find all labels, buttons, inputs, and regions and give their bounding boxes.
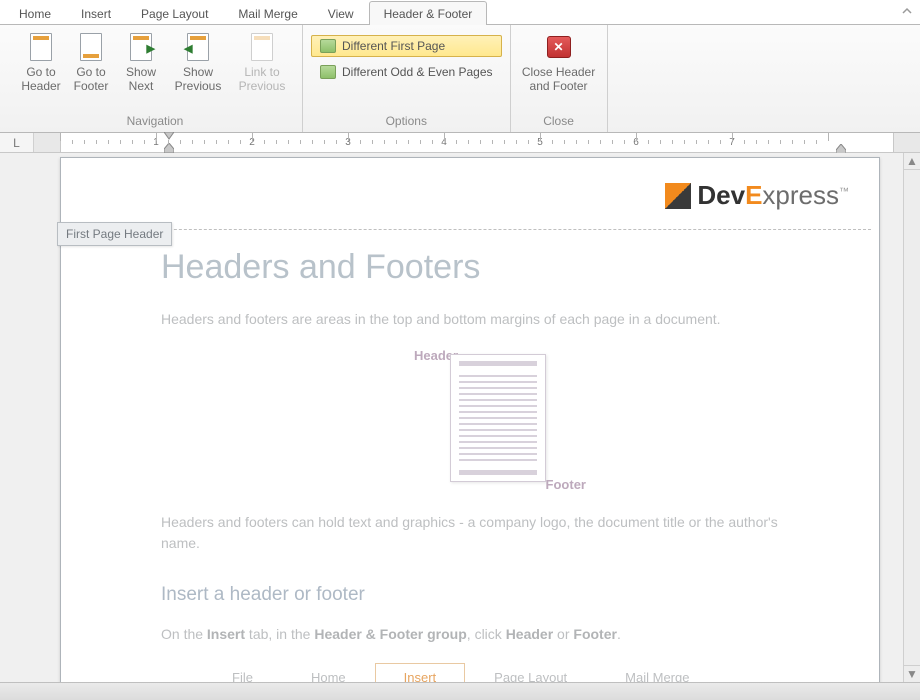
page-header-icon [30,33,52,61]
doc-para-1: Headers and footers are areas in the top… [161,309,799,330]
go-to-header-button[interactable]: Go to Header [16,29,66,95]
ribbon-group-navigation: Go to Header Go to Footer ▶ Show Next ◀ … [8,25,303,132]
page-1: First Page Header DevExpress™ Headers an… [60,157,880,682]
illustration-footer-label: Footer [546,477,586,492]
different-first-page-label: Different First Page [342,39,445,53]
horizontal-ruler: L 1234567 [0,133,920,153]
logo-text-rest: xpress [762,180,839,210]
subtab-file: File [203,663,282,682]
different-odd-even-icon [320,65,336,79]
different-first-page-icon [320,39,336,53]
show-next-button[interactable]: ▶ Show Next [116,29,166,95]
ribbon-group-options: Different First Page Different Odd & Eve… [303,25,511,132]
tab-page-layout[interactable]: Page Layout [126,1,223,25]
group-label-close: Close [519,114,599,132]
page-footer-icon [80,33,102,61]
ribbon-collapse-icon[interactable] [900,4,914,18]
doc-subtabs-illustration: File Home Insert Page Layout Mail Merge [203,663,799,682]
tab-view[interactable]: View [313,1,369,25]
show-previous-button[interactable]: ◀ Show Previous [166,29,230,95]
tab-header-footer[interactable]: Header & Footer [369,1,488,25]
ribbon-tab-strip: Home Insert Page Layout Mail Merge View … [0,0,920,25]
vertical-scrollbar[interactable]: ▲ ▼ [903,153,920,682]
illustration-page-icon [450,354,546,482]
tab-insert[interactable]: Insert [66,1,126,25]
tab-mail-merge[interactable]: Mail Merge [223,1,312,25]
scroll-down-icon[interactable]: ▼ [904,665,920,682]
different-odd-even-toggle[interactable]: Different Odd & Even Pages [311,61,502,83]
logo-text-accent: E [745,180,762,210]
page-prev-icon: ◀ [187,33,209,61]
ruler-corner[interactable]: L [0,133,34,152]
first-line-indent-marker[interactable] [164,132,174,140]
subtab-page-layout: Page Layout [465,663,596,682]
trademark-icon: ™ [839,186,849,197]
ribbon-group-close: ✕ Close Header and Footer Close [511,25,608,132]
group-label-navigation: Navigation [16,114,294,132]
doc-title: Headers and Footers [161,248,799,287]
hanging-indent-marker[interactable] [164,143,174,153]
doc-heading-2: Insert a header or footer [161,584,799,606]
logo-text-bold: Dev [697,180,745,210]
page-link-icon [251,33,273,61]
document-body: Headers and Footers Headers and footers … [161,248,799,682]
link-to-previous-button: Link to Previous [230,29,294,95]
header-tag: First Page Header [57,222,172,246]
doc-para-3: On the Insert tab, in the Header & Foote… [161,624,799,645]
subtab-mail-merge: Mail Merge [596,663,718,682]
document-area: First Page Header DevExpress™ Headers an… [0,153,920,682]
doc-para-2: Headers and footers can hold text and gr… [161,512,799,554]
illustration-header-footer: Header Footer [350,348,610,496]
group-label-options: Options [311,114,502,132]
go-to-footer-button[interactable]: Go to Footer [66,29,116,95]
different-first-page-toggle[interactable]: Different First Page [311,35,502,57]
tab-home[interactable]: Home [4,1,66,25]
status-bar [0,682,920,700]
ruler-track[interactable]: 1234567 [34,133,920,152]
scroll-up-icon[interactable]: ▲ [904,153,920,170]
close-header-footer-button[interactable]: ✕ Close Header and Footer [519,29,599,95]
devexpress-logo: DevExpress™ [665,180,849,211]
page-next-icon: ▶ [130,33,152,61]
close-icon: ✕ [547,36,571,58]
ribbon: Go to Header Go to Footer ▶ Show Next ◀ … [0,25,920,133]
different-odd-even-label: Different Odd & Even Pages [342,65,493,79]
devexpress-logo-mark-icon [665,183,691,209]
subtab-home: Home [282,663,375,682]
subtab-insert: Insert [375,663,466,682]
